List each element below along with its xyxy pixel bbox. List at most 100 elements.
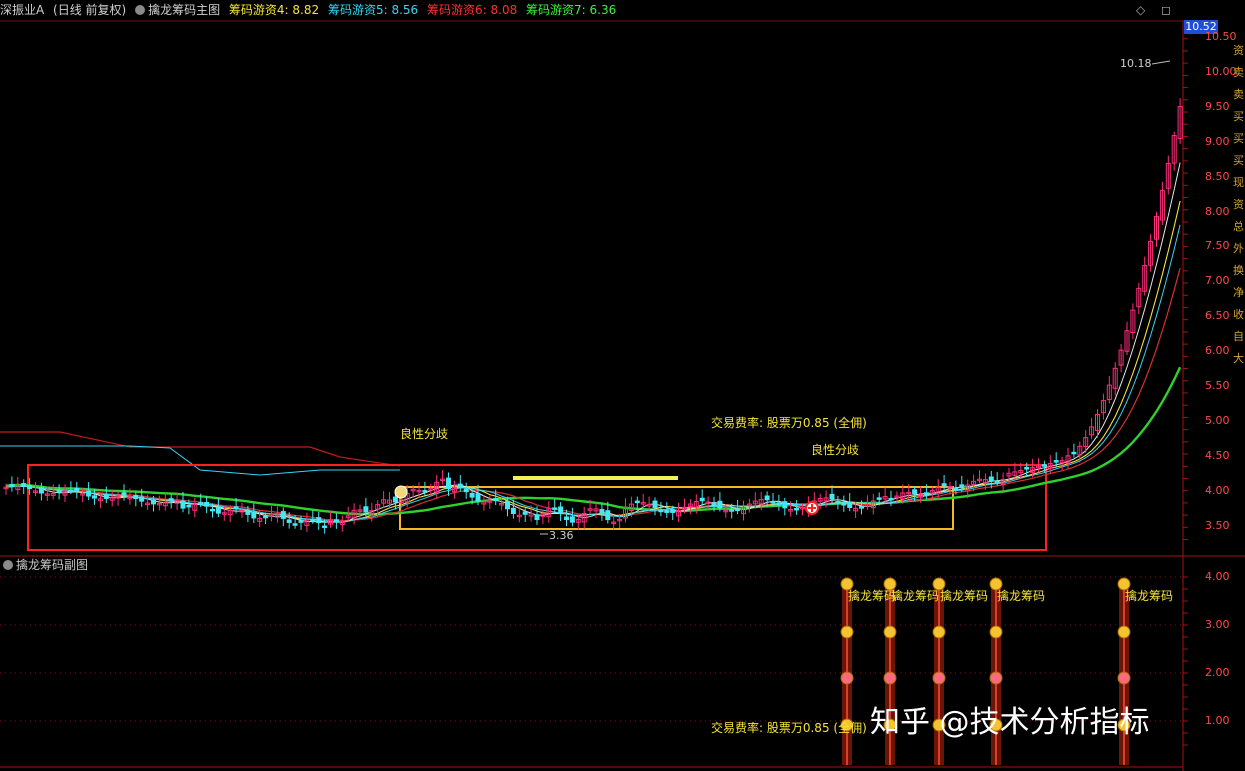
candle-body xyxy=(605,510,611,521)
high-arrow xyxy=(1151,60,1171,65)
candle-body xyxy=(469,492,475,498)
side-tab[interactable]: 收 xyxy=(1232,306,1245,322)
chart-app: 深振业A (日线 前复权) 擒龙筹码主图 筹码游资4: 8.82 筹码游资5: … xyxy=(0,0,1245,771)
candle-body xyxy=(493,497,499,502)
signal-label: 擒龙筹码 xyxy=(848,589,897,603)
price-axis-label: 8.50 xyxy=(1205,169,1230,183)
price-axis-label: 7.00 xyxy=(1205,274,1230,288)
candle-body xyxy=(38,487,44,494)
candle-body xyxy=(770,501,776,504)
candle-body xyxy=(463,488,469,493)
side-tab[interactable]: 总 xyxy=(1232,218,1245,234)
high-price-label: 10.18 xyxy=(1120,57,1152,70)
price-axis-label: 6.00 xyxy=(1205,344,1230,358)
candle-body xyxy=(664,510,670,513)
signal-face-icon xyxy=(932,671,946,685)
side-tab[interactable]: 买 xyxy=(1232,108,1245,124)
candle-body xyxy=(363,506,369,513)
candle-body xyxy=(103,494,109,499)
candle-body xyxy=(210,508,215,512)
side-tab[interactable]: 买 xyxy=(1232,130,1245,146)
side-tab[interactable]: 外 xyxy=(1232,240,1245,256)
candle-body xyxy=(912,489,918,495)
candle-body xyxy=(280,511,286,519)
ma-line-yellow xyxy=(5,200,1181,523)
sub-axis-label: 1.00 xyxy=(1205,714,1230,727)
candle-body xyxy=(558,506,564,515)
side-tab[interactable]: 卖 xyxy=(1232,86,1245,102)
candle-body xyxy=(9,484,15,487)
watermark: 知乎 @技术分析指标 xyxy=(870,705,1150,740)
price-axis-label: 5.00 xyxy=(1205,413,1230,427)
candle-body xyxy=(959,484,965,489)
price-axis-label: 4.00 xyxy=(1205,483,1230,497)
sub-axis-label: 3.00 xyxy=(1205,618,1230,631)
candle-body xyxy=(988,476,994,482)
price-axis-label: 9.00 xyxy=(1205,134,1230,148)
side-tab[interactable]: 资 xyxy=(1232,196,1245,212)
signal-face-icon xyxy=(883,671,897,685)
candle-body xyxy=(322,525,328,529)
candle-body xyxy=(333,519,339,523)
candle-body xyxy=(510,507,516,514)
candle-body xyxy=(21,483,27,487)
candle-body xyxy=(56,489,62,493)
candle-body xyxy=(198,502,204,505)
sub-menu-icon[interactable] xyxy=(3,560,13,570)
candle-body xyxy=(859,506,864,509)
candlestick-series xyxy=(3,98,1183,534)
signal-face-icon xyxy=(840,671,854,685)
candle-body xyxy=(251,511,257,519)
side-tab[interactable]: 自 xyxy=(1232,328,1245,344)
candle-body xyxy=(316,517,322,524)
candle-body xyxy=(245,509,251,515)
sub-chart-header: 擒龙筹码副图 xyxy=(0,557,88,573)
candle-body xyxy=(534,514,540,521)
divergence-label-1: 良性分歧 xyxy=(400,427,449,441)
candle-body xyxy=(658,509,664,513)
candle-body xyxy=(263,515,269,519)
candle-body xyxy=(74,487,80,493)
signal-label: 擒龙筹码 xyxy=(940,589,989,603)
candle-body xyxy=(888,497,894,501)
candle-body xyxy=(1041,464,1047,467)
price-chart-canvas[interactable] xyxy=(0,0,1245,771)
candle-body xyxy=(794,507,800,511)
candle-body xyxy=(186,504,192,508)
candle-body xyxy=(292,523,298,526)
candle-body xyxy=(139,496,145,502)
low-price-label: 3.36 xyxy=(549,529,574,542)
side-tab[interactable]: 卖 xyxy=(1232,64,1245,80)
side-tab[interactable]: 净 xyxy=(1232,284,1245,300)
candle-body xyxy=(835,500,841,504)
candle-body xyxy=(1024,466,1030,470)
side-tab[interactable]: 现 xyxy=(1232,174,1245,190)
candle-body xyxy=(204,502,210,507)
candle-body xyxy=(735,508,741,512)
candle-body xyxy=(923,492,929,495)
candle-body xyxy=(422,490,428,493)
side-tab[interactable]: 买 xyxy=(1232,152,1245,168)
ma-line-white xyxy=(5,162,1181,523)
candle-body xyxy=(764,495,770,501)
sub-axis-label: 4.00 xyxy=(1205,570,1230,583)
side-tab[interactable]: 大 xyxy=(1232,350,1245,366)
signal-marker-1[interactable] xyxy=(394,485,408,499)
ma-line-green xyxy=(5,366,1182,516)
candle-body xyxy=(522,511,528,515)
candle-body xyxy=(215,506,221,514)
price-axis-label: 8.00 xyxy=(1205,204,1230,218)
side-tab[interactable]: 换 xyxy=(1232,262,1245,278)
candle-body xyxy=(392,496,398,503)
side-tab[interactable]: 资 xyxy=(1232,42,1245,58)
candle-body xyxy=(233,506,239,510)
price-axis-label: 3.50 xyxy=(1205,518,1230,532)
price-axis-label: 7.50 xyxy=(1205,239,1230,253)
candle-body xyxy=(941,483,947,487)
candle-body xyxy=(552,507,558,510)
sub-chart-title[interactable]: 擒龙筹码副图 xyxy=(16,558,88,572)
candle-body xyxy=(599,509,605,515)
line-cyan-left xyxy=(0,445,400,476)
candle-body xyxy=(847,501,853,508)
signal-face-icon xyxy=(1117,671,1131,685)
